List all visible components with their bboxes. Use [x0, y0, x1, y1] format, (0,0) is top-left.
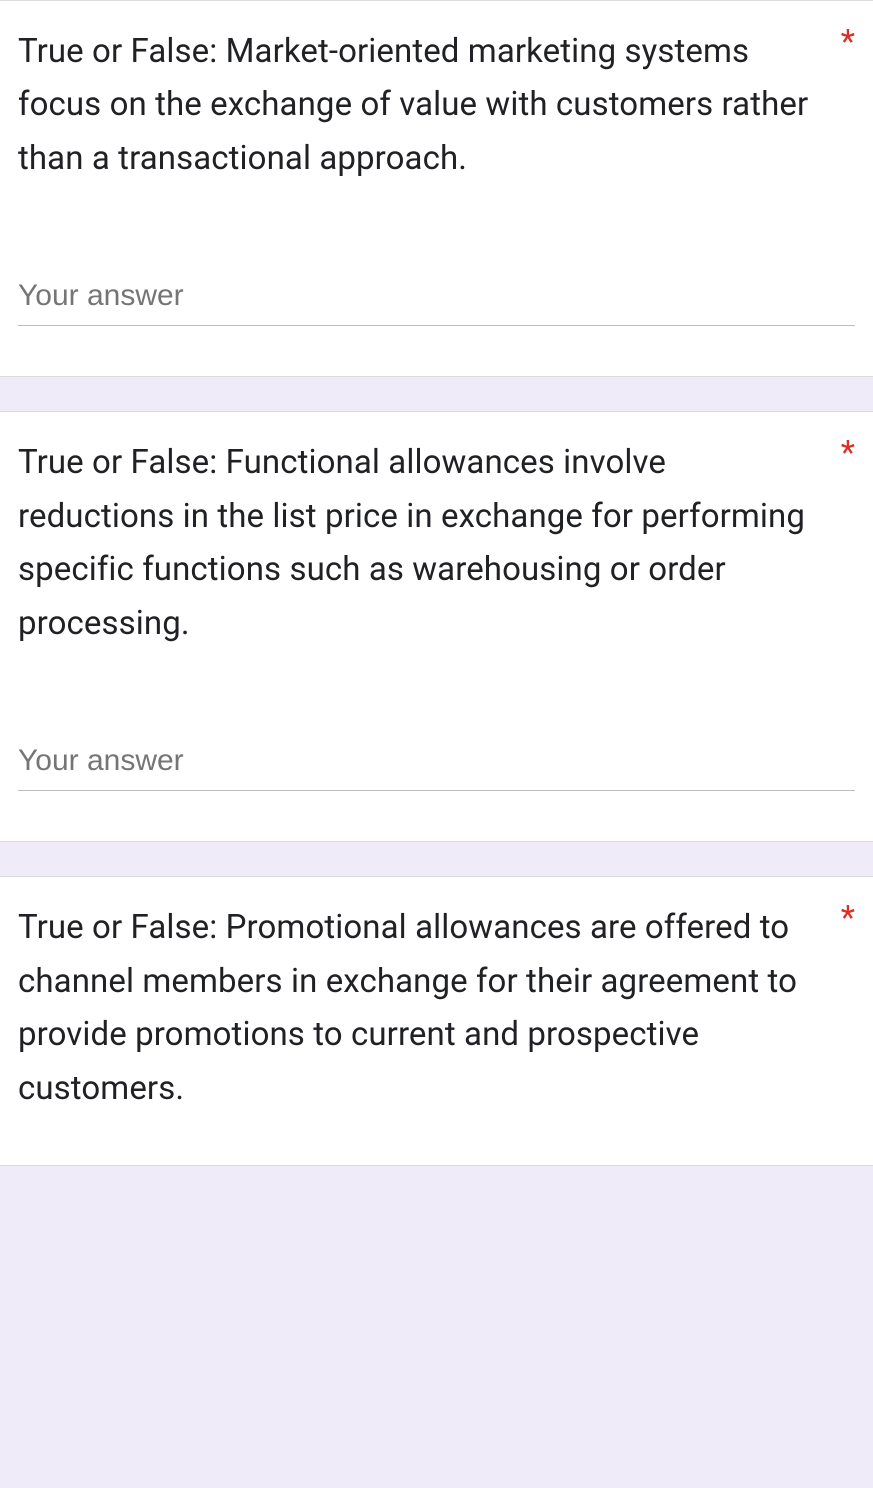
question-card: True or False: Promotional allowances ar…: [0, 876, 873, 1166]
answer-input[interactable]: [18, 273, 855, 326]
question-card: True or False: Market-oriented marketing…: [0, 0, 873, 377]
answer-wrap: [18, 738, 855, 791]
required-asterisk: *: [841, 901, 855, 937]
answer-input[interactable]: [18, 738, 855, 791]
required-asterisk: *: [841, 436, 855, 472]
question-text: True or False: Promotional allowances ar…: [18, 901, 829, 1115]
question-card: True or False: Functional allowances inv…: [0, 411, 873, 842]
question-text: True or False: Market-oriented marketing…: [18, 25, 829, 185]
required-asterisk: *: [841, 25, 855, 61]
question-text: True or False: Functional allowances inv…: [18, 436, 829, 650]
question-row: True or False: Promotional allowances ar…: [18, 901, 855, 1115]
answer-wrap: [18, 273, 855, 326]
question-row: True or False: Functional allowances inv…: [18, 436, 855, 650]
question-row: True or False: Market-oriented marketing…: [18, 25, 855, 185]
